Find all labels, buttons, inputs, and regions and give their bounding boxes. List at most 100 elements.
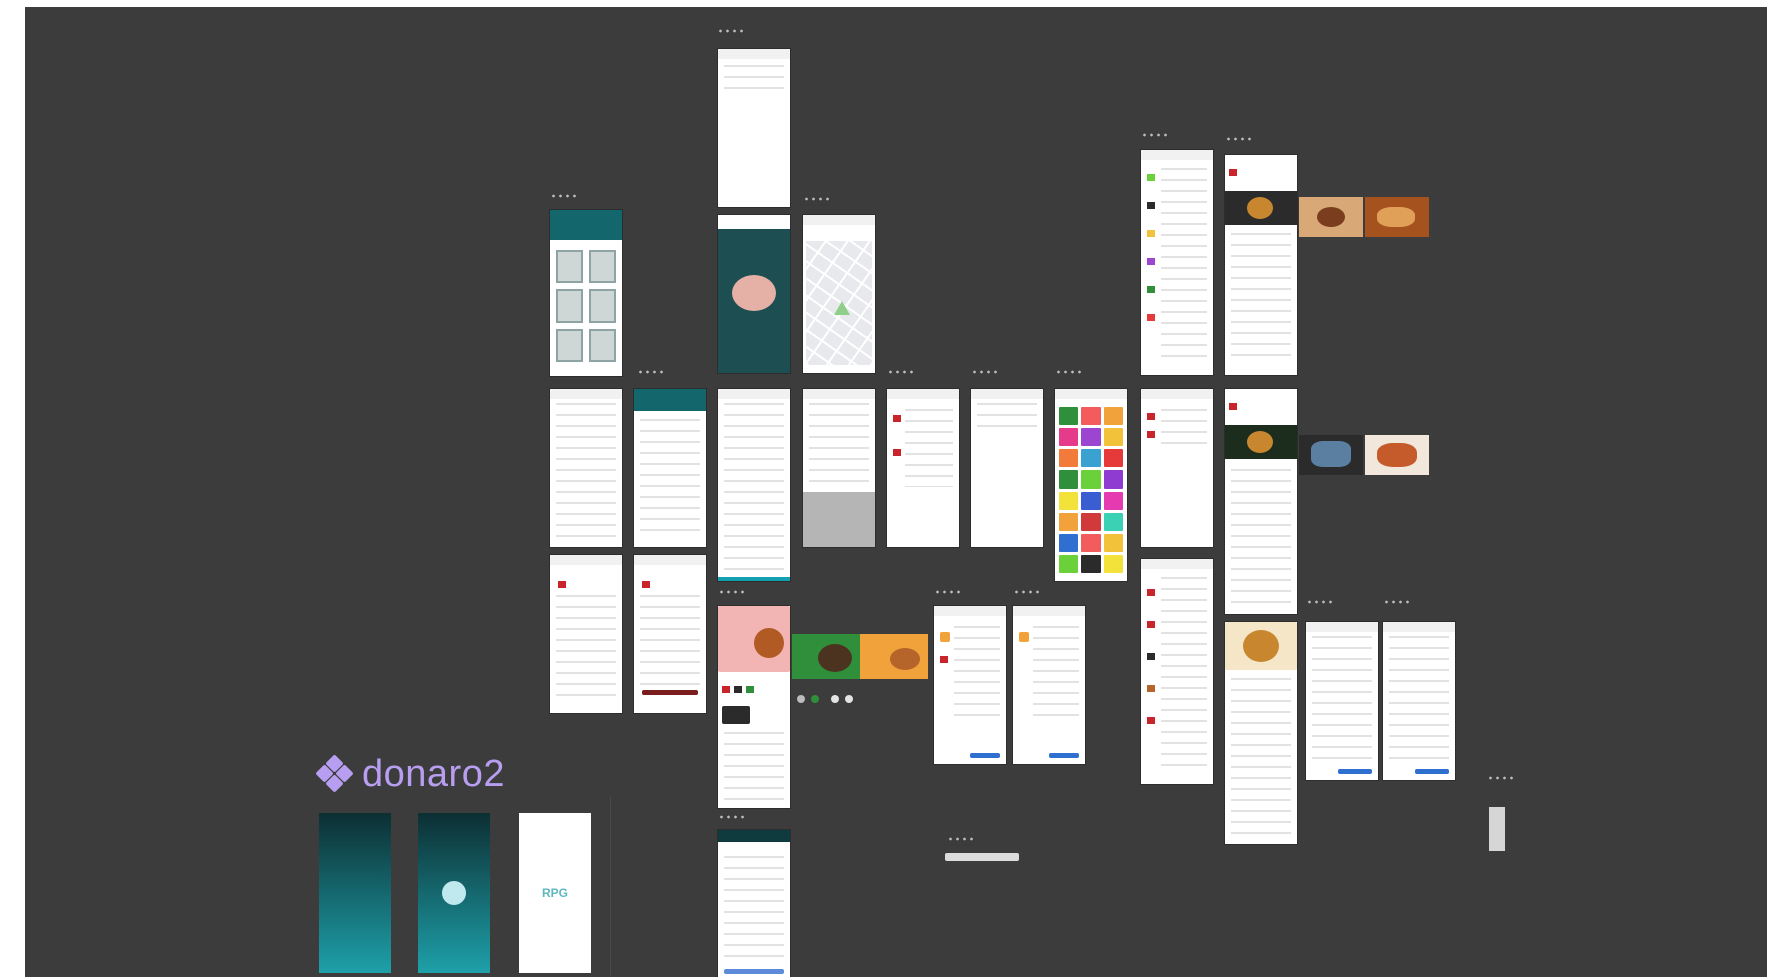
category-icon [1147, 431, 1155, 438]
map-view[interactable] [806, 241, 872, 365]
frame-handle[interactable] [1383, 600, 1409, 604]
login-button[interactable] [724, 969, 784, 974]
frame-handle[interactable] [971, 370, 997, 374]
promo-banner-green[interactable] [792, 634, 860, 679]
frame-handle[interactable] [934, 590, 960, 594]
splash-gradient-screen[interactable] [319, 813, 391, 973]
wireframe-lines [1312, 636, 1372, 762]
dashboard-screen[interactable] [634, 389, 706, 547]
food-thumb [1147, 685, 1155, 692]
category-color-grid[interactable] [1059, 407, 1123, 573]
frame-handle[interactable] [550, 194, 576, 198]
brand-logo-icon [1229, 169, 1237, 176]
top-bar [718, 49, 790, 59]
form-screen[interactable] [550, 389, 622, 547]
payment-screen[interactable] [1306, 622, 1378, 780]
frame-handle[interactable] [1306, 600, 1332, 604]
top-bar [1013, 606, 1085, 616]
wireframe-lines [977, 403, 1037, 427]
category-icon [1147, 413, 1155, 420]
top-bar [718, 215, 790, 229]
design-canvas[interactable]: donaro2 RPG [25, 7, 1767, 977]
food-thumb [893, 415, 901, 422]
splash-logo-circle-screen[interactable] [418, 813, 490, 973]
diamond-cluster-icon [315, 754, 354, 793]
checkout-button[interactable] [642, 690, 698, 695]
frame-handle[interactable] [1141, 133, 1167, 137]
circle-icon [845, 695, 853, 703]
top-bar [1141, 559, 1213, 569]
food-image [732, 275, 776, 311]
action-button[interactable] [1049, 753, 1079, 758]
frame-handle[interactable] [947, 837, 973, 841]
food-image [1311, 441, 1351, 467]
frame-handle[interactable] [1225, 137, 1251, 141]
frame-handle[interactable] [717, 29, 743, 33]
confirm-button[interactable] [1415, 769, 1449, 774]
wireframe-lines [1231, 233, 1291, 365]
qr-codes-screen[interactable] [550, 210, 622, 376]
notes-screen[interactable] [971, 389, 1043, 547]
wireframe-lines [724, 856, 784, 964]
food-banner[interactable] [1299, 197, 1363, 237]
product-list-screen[interactable] [934, 606, 1006, 764]
cart-screen[interactable] [634, 555, 706, 713]
circle-icon [811, 695, 819, 703]
top-bar [934, 606, 1006, 616]
food-image [818, 644, 852, 672]
frame-handle[interactable] [1055, 370, 1081, 374]
menu-home-screen[interactable] [718, 606, 790, 808]
section-divider [610, 797, 611, 977]
food-banner[interactable] [1299, 435, 1363, 475]
category-colors-screen[interactable] [1055, 389, 1127, 581]
frame-handle[interactable] [718, 590, 744, 594]
food-image [890, 648, 920, 670]
frame-handle[interactable] [1487, 776, 1513, 780]
wireframe-lines [905, 409, 953, 487]
frame-handle[interactable] [887, 370, 913, 374]
food-thumb [940, 632, 950, 642]
pattern-landing-screen[interactable] [718, 215, 790, 373]
wireframe-lines [724, 732, 784, 800]
frame-handle[interactable] [1013, 590, 1039, 594]
orders-screen[interactable] [887, 389, 959, 547]
favorites-screen[interactable] [1141, 389, 1213, 547]
burger-image [754, 628, 784, 658]
burger-detail-screen[interactable] [1225, 622, 1297, 844]
food-thumb [642, 581, 650, 588]
category-icon [1147, 174, 1155, 181]
wireframe-lines [1033, 626, 1079, 724]
frame-handle[interactable] [637, 370, 663, 374]
food-banner[interactable] [1365, 197, 1429, 237]
blank-list-screen[interactable] [718, 49, 790, 207]
wireframe-lines [1161, 168, 1207, 365]
top-bar [634, 555, 706, 565]
pay-button[interactable] [1338, 769, 1372, 774]
category-list-screen[interactable] [1141, 150, 1213, 375]
restaurant-home-dark-screen[interactable] [1225, 389, 1297, 614]
teal-header [634, 389, 706, 411]
brand-logo-icon [1229, 403, 1237, 410]
small-bar-component[interactable] [945, 853, 1019, 861]
frame-handle[interactable] [718, 815, 744, 819]
login-screen[interactable] [718, 830, 790, 977]
menu-items-screen[interactable] [1141, 559, 1213, 784]
splash-white-screen[interactable]: RPG [519, 813, 591, 973]
food-banner[interactable] [1365, 435, 1429, 475]
settings-list-screen[interactable] [718, 389, 790, 581]
food-thumb [1147, 589, 1155, 596]
vertical-component[interactable] [1489, 807, 1505, 851]
map-screen[interactable] [803, 215, 875, 373]
action-button[interactable] [970, 753, 1000, 758]
frame-handle[interactable] [803, 197, 829, 201]
payment-summary-screen[interactable] [1383, 622, 1455, 780]
order-detail-screen[interactable] [550, 555, 622, 713]
top-bar [1141, 389, 1213, 399]
checkout-screen[interactable] [803, 389, 875, 547]
category-icon [1147, 258, 1155, 265]
category-icon [1147, 230, 1155, 237]
product-detail-screen[interactable] [1013, 606, 1085, 764]
restaurant-home-screen[interactable] [1225, 155, 1297, 375]
promo-banner-orange[interactable] [860, 634, 928, 679]
food-image [1377, 207, 1415, 227]
